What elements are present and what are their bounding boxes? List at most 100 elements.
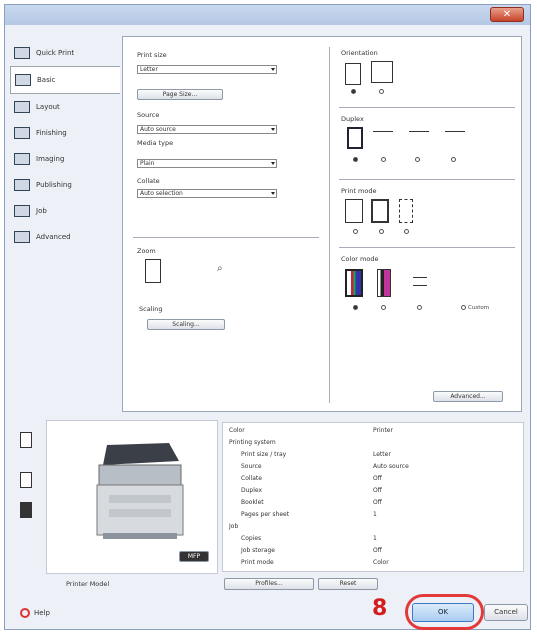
sidebar-item-basic[interactable]: Basic	[10, 66, 120, 94]
auto-color-icon-line	[413, 285, 427, 286]
source-value: Auto source	[140, 126, 176, 133]
color-radio-auto[interactable]	[417, 305, 422, 310]
duplex-off-icon[interactable]	[347, 127, 363, 149]
black-white-icon[interactable]	[377, 269, 391, 297]
row-key: Print size / tray	[241, 451, 287, 458]
row-key: Printing system	[229, 439, 276, 446]
chevron-down-icon	[271, 68, 275, 71]
reset-button[interactable]: Reset	[318, 578, 378, 590]
table-row: Duplex Off	[223, 487, 523, 497]
row-key: Job storage	[241, 547, 275, 554]
advanced-button[interactable]: Advanced...	[433, 391, 503, 402]
duplex-radio-4[interactable]	[451, 157, 456, 162]
media-type-select[interactable]: Plain	[137, 159, 277, 168]
sidebar-item-advanced[interactable]: Advanced	[10, 224, 120, 250]
print-size-label: Print size	[137, 51, 167, 59]
row-value: Letter	[373, 451, 391, 458]
divider	[339, 247, 515, 248]
advanced-icon	[14, 231, 30, 243]
print-mode-radio-3[interactable]	[404, 229, 409, 234]
divider	[339, 107, 515, 108]
job-icon	[14, 205, 30, 217]
sidebar-item-layout[interactable]: Layout	[10, 94, 120, 120]
row-value: Auto source	[373, 463, 409, 470]
print-mode-poster-icon[interactable]	[399, 199, 413, 223]
duplex-short-edge-icon[interactable]	[409, 131, 429, 132]
table-row: Job storage Off	[223, 547, 523, 557]
quick-print-icon	[14, 47, 30, 59]
magnifier-icon: ⌕	[217, 263, 223, 274]
print-mode-radio-1[interactable]	[353, 229, 358, 234]
landscape-icon[interactable]	[371, 61, 393, 83]
help-icon	[20, 608, 30, 618]
imaging-icon	[14, 153, 30, 165]
sidebar-item-job[interactable]: Job	[10, 198, 120, 224]
row-key: Source	[241, 463, 262, 470]
duplex-booklet-icon[interactable]	[445, 131, 465, 132]
help-link[interactable]: Help	[20, 608, 50, 618]
close-button[interactable]: ✕	[490, 7, 524, 22]
sidebar-item-label: Layout	[36, 103, 60, 111]
print-mode-radio-2[interactable]	[379, 229, 384, 234]
page-size-button[interactable]: Page Size...	[137, 89, 223, 100]
row-key: Collate	[241, 475, 262, 482]
duplex-radio-2[interactable]	[381, 157, 386, 162]
sidebar: Quick Print Basic Layout Finishing Imagi…	[10, 40, 120, 250]
media-type-label: Media type	[137, 139, 174, 147]
collate-label: Collate	[137, 177, 160, 185]
source-label: Source	[137, 111, 160, 119]
print-size-select[interactable]: Letter	[137, 65, 277, 74]
auto-color-icon[interactable]	[413, 277, 427, 278]
table-row: Job	[223, 523, 523, 533]
portrait-icon[interactable]	[345, 63, 361, 85]
settings-summary-table: Color Printer Printing system Print size …	[222, 422, 524, 572]
color-radio-custom[interactable]	[461, 305, 466, 310]
row-key: Copies	[241, 535, 262, 542]
basic-settings-panel: Print size Letter Page Size... Source Au…	[122, 36, 522, 412]
step-number: 8	[372, 596, 388, 621]
print-size-value: Letter	[140, 66, 158, 73]
sidebar-item-imaging[interactable]: Imaging	[10, 146, 120, 172]
chart-view-icon[interactable]	[20, 472, 32, 488]
collate-select[interactable]: Auto selection	[137, 189, 277, 198]
table-row: Pages per sheet 1	[223, 511, 523, 521]
zoom-label: Zoom	[137, 247, 156, 255]
landscape-radio[interactable]	[379, 89, 384, 94]
sidebar-item-quick-print[interactable]: Quick Print	[10, 40, 120, 66]
printer-view-icon[interactable]	[20, 432, 32, 448]
profiles-button[interactable]: Profiles...	[224, 578, 314, 590]
scaling-button[interactable]: Scaling...	[147, 319, 225, 330]
print-mode-normal-icon[interactable]	[345, 199, 363, 223]
scaling-label: Scaling	[139, 305, 163, 313]
table-row: Print size / tray Letter	[223, 451, 523, 461]
orientation-label: Orientation	[341, 49, 378, 57]
sidebar-item-label: Basic	[37, 76, 56, 84]
duplex-long-edge-icon[interactable]	[373, 131, 393, 132]
finishing-icon	[14, 127, 30, 139]
table-row: Print mode Color	[223, 559, 523, 569]
table-row: Booklet Off	[223, 499, 523, 509]
color-radio-bw[interactable]	[381, 305, 386, 310]
portrait-radio[interactable]	[351, 89, 356, 94]
zoom-page-icon	[145, 259, 161, 283]
print-mode-booklet-icon[interactable]	[371, 199, 389, 223]
chevron-down-icon	[271, 128, 275, 131]
row-value: 1	[373, 535, 377, 542]
duplex-radio-1[interactable]	[353, 157, 358, 162]
row-value: Printer	[373, 427, 393, 434]
publishing-icon	[14, 179, 30, 191]
sidebar-item-publishing[interactable]: Publishing	[10, 172, 120, 198]
color-icon[interactable]	[345, 269, 363, 297]
divider	[339, 179, 515, 180]
settings-view-icon[interactable]	[20, 502, 32, 518]
sidebar-item-label: Finishing	[36, 129, 67, 137]
sidebar-item-finishing[interactable]: Finishing	[10, 120, 120, 146]
color-radio-color[interactable]	[353, 305, 358, 310]
duplex-radio-3[interactable]	[415, 157, 420, 162]
table-row: Printing system	[223, 439, 523, 449]
source-select[interactable]: Auto source	[137, 125, 277, 134]
sidebar-item-label: Quick Print	[36, 49, 75, 57]
row-key: Pages per sheet	[241, 511, 290, 518]
cancel-button[interactable]: Cancel	[484, 604, 528, 621]
summary-area: MFP Printer Model Color Printer Printing …	[10, 420, 524, 592]
